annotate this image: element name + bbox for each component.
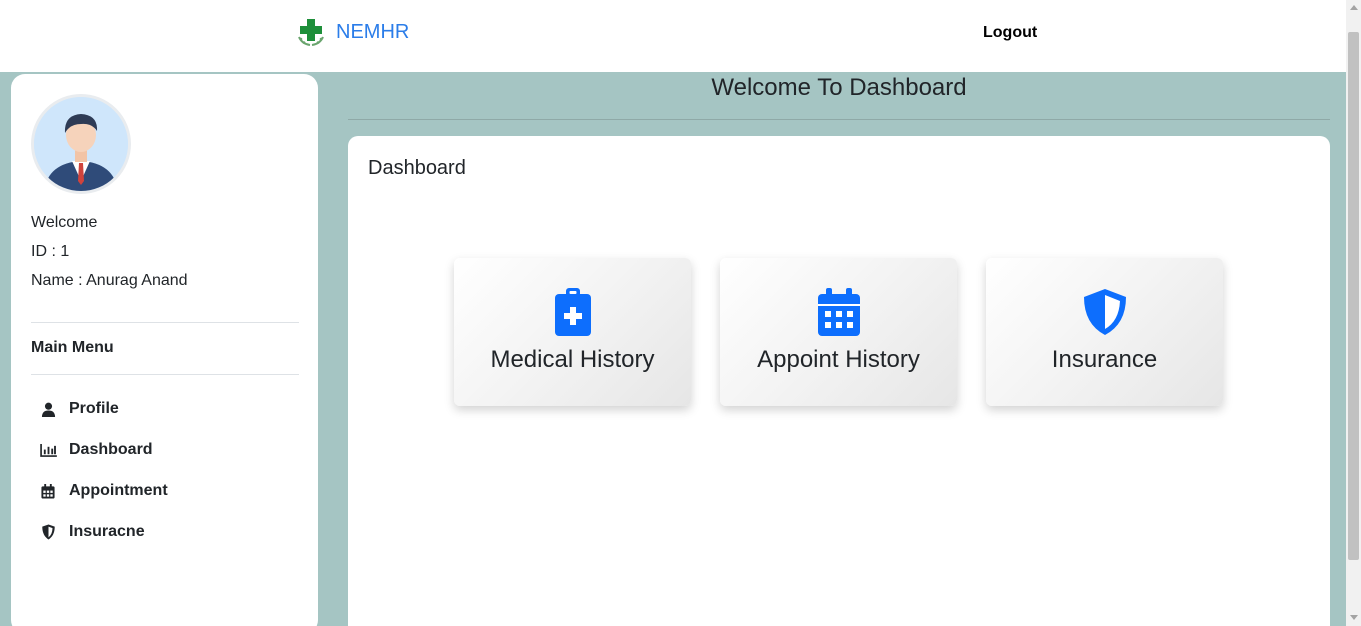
calendar-icon	[817, 288, 860, 336]
user-avatar-icon	[34, 97, 128, 191]
card-label: Medical History	[490, 346, 655, 373]
title-divider	[348, 119, 1330, 120]
scrollbar-thumb[interactable]	[1348, 32, 1359, 560]
card-label: Insurance	[1051, 346, 1158, 373]
brand-link[interactable]: NEMHR	[296, 17, 409, 47]
main-menu-heading: Main Menu	[31, 339, 114, 356]
sidebar-item-label: Dashboard	[69, 441, 153, 458]
dashboard-panel: Dashboard Medical History Appoint Histor…	[348, 136, 1330, 626]
page-title: Welcome To Dashboard	[711, 74, 967, 101]
sidebar-item-label: Insuracne	[69, 523, 145, 540]
divider	[31, 374, 299, 375]
appoint-history-card[interactable]: Appoint History	[720, 258, 957, 406]
shield-icon	[1083, 289, 1126, 335]
calendar-icon	[39, 482, 57, 500]
card-label: Appoint History	[757, 346, 920, 373]
top-navbar: NEMHR Logout	[0, 0, 1346, 72]
sidebar-item-label: Appointment	[69, 482, 168, 499]
medical-history-card[interactable]: Medical History	[454, 258, 691, 406]
user-icon	[39, 400, 57, 418]
sidebar-item-dashboard[interactable]: Dashboard	[39, 441, 153, 459]
scroll-down-arrow-icon[interactable]	[1350, 615, 1358, 620]
avatar	[31, 94, 131, 194]
sidebar-item-insurance[interactable]: Insuracne	[39, 523, 145, 541]
user-name-text: Name : Anurag Anand	[31, 272, 188, 289]
insurance-card[interactable]: Insurance	[986, 258, 1223, 406]
medical-cross-logo-icon	[298, 19, 324, 46]
sidebar-item-profile[interactable]: Profile	[39, 400, 119, 418]
scroll-up-arrow-icon[interactable]	[1350, 5, 1358, 10]
page-scrollbar[interactable]	[1346, 0, 1361, 626]
chart-bar-icon	[39, 441, 57, 459]
divider	[31, 322, 299, 323]
panel-title: Dashboard	[368, 157, 466, 179]
clipboard-medical-icon	[554, 288, 591, 336]
shield-icon	[39, 523, 57, 541]
sidebar-item-appointment[interactable]: Appointment	[39, 482, 168, 500]
user-id-text: ID : 1	[31, 243, 70, 260]
brand-name: NEMHR	[336, 20, 410, 43]
sidebar: Welcome ID : 1 Name : Anurag Anand Main …	[11, 74, 318, 626]
welcome-text: Welcome	[31, 214, 98, 231]
logout-button[interactable]: Logout	[983, 24, 1037, 42]
sidebar-item-label: Profile	[69, 400, 119, 417]
